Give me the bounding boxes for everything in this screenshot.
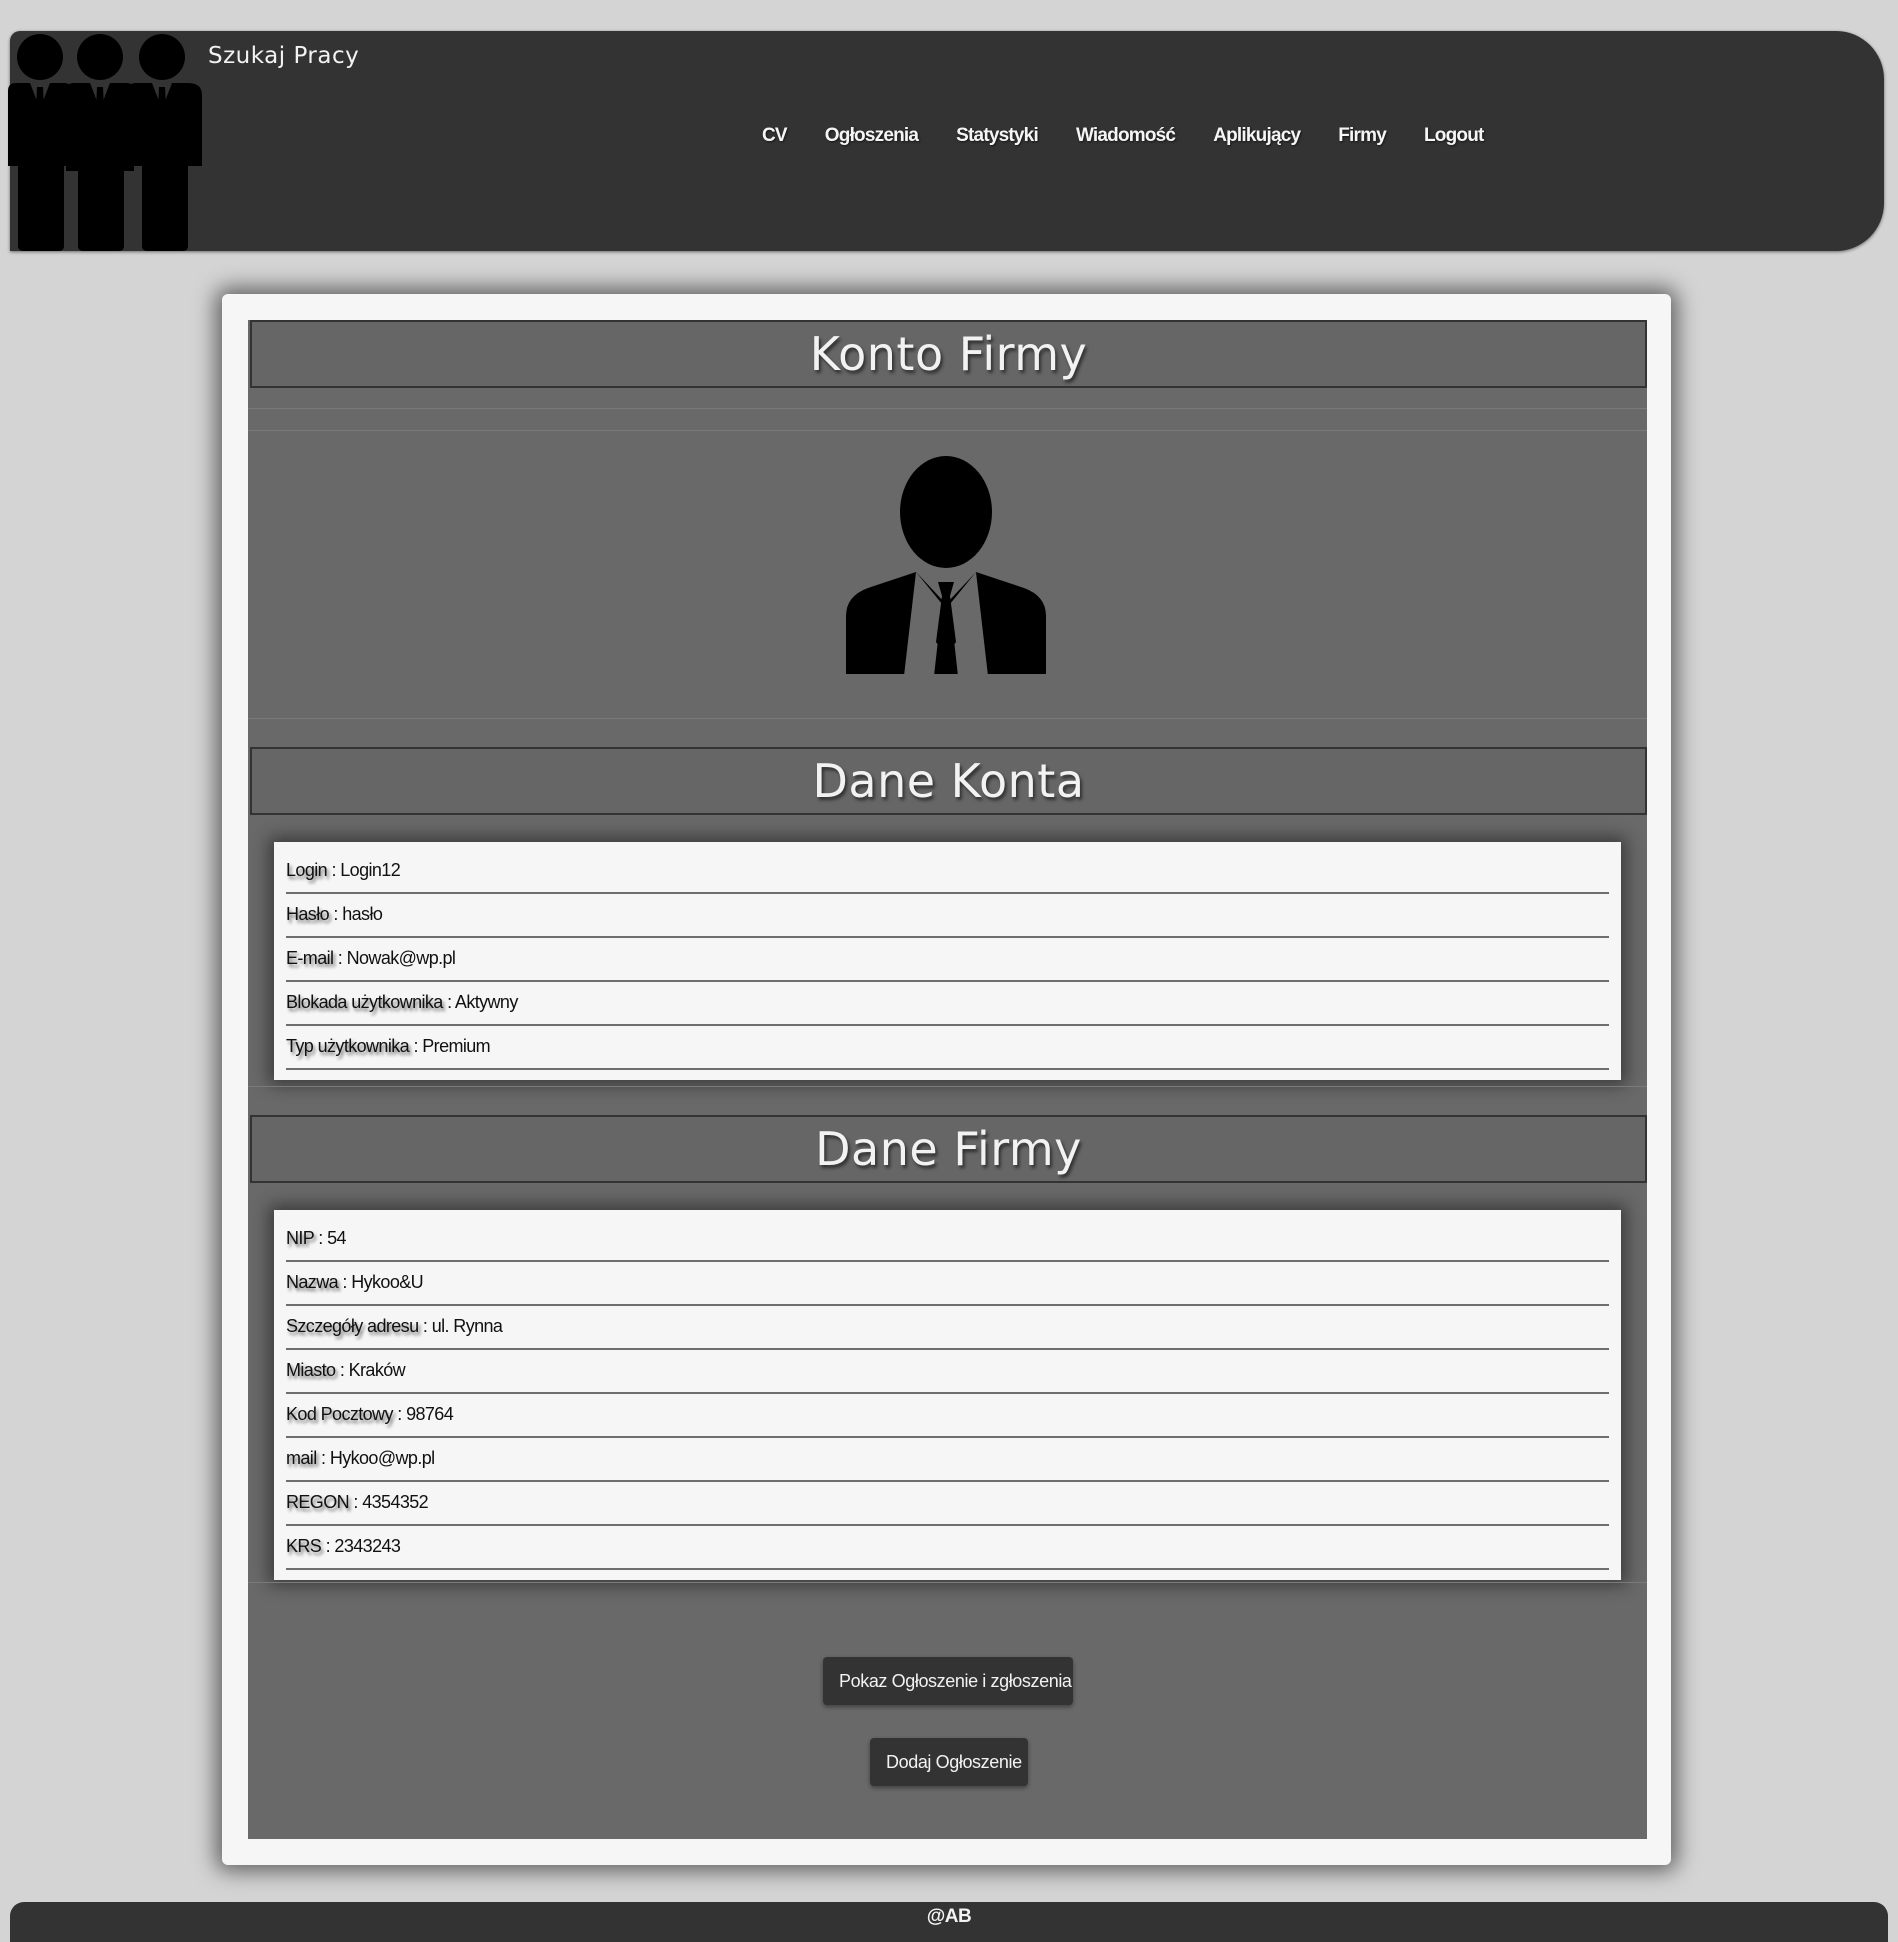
field-separator: : (316, 1448, 330, 1468)
list-item: KRS : 2343243 (286, 1526, 1609, 1570)
divider (248, 408, 1647, 409)
account-card: Konto Firmy Dane Konta Login : Login12 H… (222, 294, 1671, 1865)
field-value: 4354352 (362, 1492, 429, 1512)
divider (248, 430, 1647, 431)
field-key: Miasto (286, 1360, 336, 1380)
field-value: Aktywny (454, 992, 518, 1012)
divider (248, 1086, 1647, 1087)
field-key: REGON (286, 1492, 350, 1512)
list-item: mail : Hykoo@wp.pl (286, 1438, 1609, 1482)
account-panel: Konto Firmy Dane Konta Login : Login12 H… (248, 320, 1647, 1839)
field-value: Nowak@wp.pl (346, 948, 456, 968)
field-separator: : (338, 1272, 352, 1292)
people-group-icon (8, 34, 202, 251)
field-separator: : (327, 860, 341, 880)
account-info-box: Login : Login12 Hasło : hasło E-mail : N… (274, 842, 1621, 1080)
field-separator: : (321, 1536, 335, 1556)
field-value: Login12 (340, 860, 401, 880)
field-value: hasło (342, 904, 383, 924)
main-nav: CV Ogłoszenia Statystyki Wiadomość Aplik… (762, 125, 1522, 147)
account-section-title: Dane Konta (250, 747, 1647, 815)
field-key: Kod Pocztowy (286, 1404, 393, 1424)
field-key: KRS (286, 1536, 322, 1556)
site-header: Szukaj Pracy CV Ogłoszenia Statystyki Wi… (8, 31, 1884, 251)
nav-item-statystyki[interactable]: Statystyki (956, 125, 1039, 147)
footer-text: @AB (926, 1906, 972, 1927)
field-value: ul. Rynna (431, 1316, 503, 1336)
list-item: Blokada użytkownika : Aktywny (286, 982, 1609, 1026)
list-item: REGON : 4354352 (286, 1482, 1609, 1526)
field-key: E-mail (286, 948, 334, 968)
field-value: Hykoo&U (351, 1272, 424, 1292)
field-separator: : (442, 992, 455, 1012)
field-separator: : (313, 1228, 328, 1248)
page-title: Konto Firmy (250, 320, 1647, 388)
field-value: Kraków (348, 1360, 406, 1380)
divider (248, 1582, 1647, 1583)
field-separator: : (418, 1316, 432, 1336)
field-key: mail (286, 1448, 317, 1468)
nav-item-firmy[interactable]: Firmy (1338, 125, 1387, 147)
field-key: Blokada użytkownika (286, 992, 443, 1012)
list-item: Login : Login12 (286, 850, 1609, 894)
company-info-box: NIP : 54 Nazwa : Hykoo&U Szczegóły adres… (274, 1210, 1621, 1580)
account-fields-list: Login : Login12 Hasło : hasło E-mail : N… (274, 842, 1621, 1080)
field-value: Premium (422, 1036, 491, 1056)
nav-item-logout[interactable]: Logout (1424, 125, 1484, 147)
list-item: Kod Pocztowy : 98764 (286, 1394, 1609, 1438)
field-value: Hykoo@wp.pl (329, 1448, 435, 1468)
field-key: Typ użytkownika (286, 1036, 410, 1056)
list-item: Typ użytkownika : Premium (286, 1026, 1609, 1070)
list-item: Hasło : hasło (286, 894, 1609, 938)
field-separator: : (349, 1492, 363, 1512)
company-fields-list: NIP : 54 Nazwa : Hykoo&U Szczegóły adres… (274, 1210, 1621, 1580)
add-ad-button[interactable]: Dodaj Ogłoszenie (870, 1738, 1028, 1786)
field-key: Login (286, 860, 328, 880)
field-key: NIP (286, 1228, 314, 1248)
field-key: Hasło (286, 904, 330, 924)
field-value: 2343243 (334, 1536, 401, 1556)
field-separator: : (335, 1360, 349, 1380)
divider (248, 718, 1647, 719)
field-value: 54 (327, 1228, 346, 1248)
list-item: Szczegóły adresu : ul. Rynna (286, 1306, 1609, 1350)
site-footer: @AB (10, 1902, 1888, 1942)
nav-item-ogloszenia[interactable]: Ogłoszenia (825, 125, 919, 147)
site-title[interactable]: Szukaj Pracy (208, 43, 359, 69)
nav-item-wiadomosc[interactable]: Wiadomość (1076, 125, 1176, 147)
nav-item-aplikujacy[interactable]: Aplikujący (1213, 125, 1301, 147)
nav-item-cv[interactable]: CV (762, 125, 788, 147)
field-key: Nazwa (286, 1272, 339, 1292)
field-value: 98764 (406, 1404, 454, 1424)
businessman-avatar-icon (846, 456, 1046, 674)
field-key: Szczegóły adresu (286, 1316, 419, 1336)
field-separator: : (392, 1404, 407, 1424)
list-item: Miasto : Kraków (286, 1350, 1609, 1394)
show-ads-button[interactable]: Pokaz Ogłoszenie i zgłoszenia (823, 1657, 1073, 1705)
company-section-title: Dane Firmy (250, 1115, 1647, 1183)
field-separator: : (409, 1036, 423, 1056)
list-item: E-mail : Nowak@wp.pl (286, 938, 1609, 982)
list-item: Nazwa : Hykoo&U (286, 1262, 1609, 1306)
field-separator: : (329, 904, 343, 924)
field-separator: : (333, 948, 347, 968)
list-item: NIP : 54 (286, 1218, 1609, 1262)
